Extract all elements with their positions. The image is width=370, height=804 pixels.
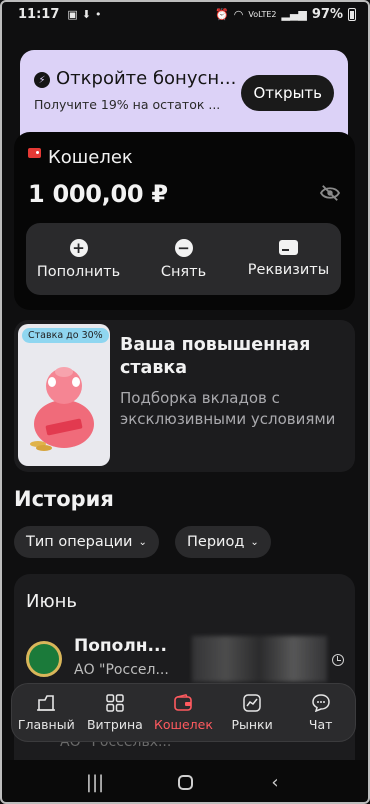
chip-label: Период [187,534,245,550]
wallet-actions: + Пополнить − Снять Реквизиты [26,223,341,295]
network-label: VoLTE2 [248,9,277,19]
back-icon[interactable]: ‹ [265,772,285,793]
nav-label: Чат [308,716,333,732]
history-title: История [14,487,114,511]
system-navigation-bar: ||| ‹ [0,760,370,804]
action-label: Снять [160,263,207,280]
piggy-bank-icon [30,367,94,451]
alarm-icon: ⏰ [215,7,229,21]
redacted-amount [192,636,327,682]
deposit-title: Ваша повышенная ставка [120,335,311,378]
battery-percent: 97% [311,6,343,22]
clock-icon [332,654,344,666]
bottom-navigation: Главный Витрина Кошелек Рынки Чат [12,684,355,741]
chevron-down-icon: ⌄ [138,536,147,548]
wallet-icon [174,693,193,711]
operation-title: Пополн... [74,636,167,656]
battery-icon [348,7,356,21]
bonus-promo-banner[interactable]: ⚡ Откройте бонусн... Получите 19% на ост… [20,50,348,140]
chevron-down-icon: ⌄ [250,536,259,548]
action-label: Реквизиты [247,262,330,278]
status-notification-icons: ▣ ⬇ • [67,8,101,21]
bank-logo-icon [26,641,62,677]
recent-apps-icon[interactable]: ||| [85,772,105,793]
plus-icon: + [69,238,88,257]
deposit-subtitle: Подборка вкладов с эксклюзивными условия… [120,389,336,428]
filter-operation-type[interactable]: Тип операции ⌄ [14,526,159,558]
home-icon [37,694,56,711]
signal-icon: ▂▄▆ [281,7,307,21]
operation-row[interactable]: Пополн... АО "Россел... [26,636,346,686]
chip-label: Тип операции [26,534,133,550]
nav-chat[interactable]: Чат [286,693,355,732]
nav-wallet[interactable]: Кошелек [149,693,218,732]
status-time: 11:17 [18,6,60,22]
top-up-button[interactable]: + Пополнить [26,223,131,295]
nav-showcase[interactable]: Витрина [81,693,150,732]
grid-icon [106,693,124,712]
card-icon [279,240,298,255]
dot-icon: • [95,7,102,21]
month-title: Июнь [26,591,77,612]
nav-label: Витрина [86,716,143,732]
wifi-icon: ◠ [233,7,244,21]
gallery-icon: ▣ [67,7,78,21]
nav-home[interactable]: Главный [12,694,81,732]
nav-markets[interactable]: Рынки [218,693,287,732]
nav-label: Главный [17,716,75,732]
minus-icon: − [174,238,193,257]
piggy-bank-image: Ставка до 30% [18,324,110,466]
home-button-icon[interactable] [175,773,195,791]
download-icon: ⬇ [81,7,92,21]
deposit-promo-card[interactable]: Ставка до 30% Ваша повышенная ставка Под… [14,320,355,472]
wallet-title: Кошелек [48,147,133,168]
status-right: ⏰ ◠ VoLTE2 ▂▄▆ 97% [215,7,356,22]
wallet-card: Кошелек 1 000,00 ₽ + Пополнить − Снять Р… [14,132,355,310]
chart-icon [243,693,261,712]
lightning-icon: ⚡ [34,72,50,88]
status-bar: 11:17 ▣ ⬇ • ⏰ ◠ VoLTE2 ▂▄▆ 97% [0,0,370,28]
wallet-balance: 1 000,00 ₽ [28,180,168,208]
promo-title: Откройте бонусн... [56,68,237,89]
operation-subtitle: АО "Россел... [74,662,169,678]
action-label: Пополнить [36,263,121,280]
promo-subtitle: Получите 19% на остаток ... [34,97,221,112]
withdraw-button[interactable]: − Снять [131,223,236,295]
hide-balance-eye-icon[interactable] [319,184,341,202]
requisites-button[interactable]: Реквизиты [236,223,341,295]
wallet-icon [28,148,41,158]
nav-label: Рынки [231,716,273,732]
open-button[interactable]: Открыть [241,75,334,111]
nav-label: Кошелек [154,716,213,732]
chat-icon [311,693,330,712]
filter-period[interactable]: Период ⌄ [175,526,271,558]
